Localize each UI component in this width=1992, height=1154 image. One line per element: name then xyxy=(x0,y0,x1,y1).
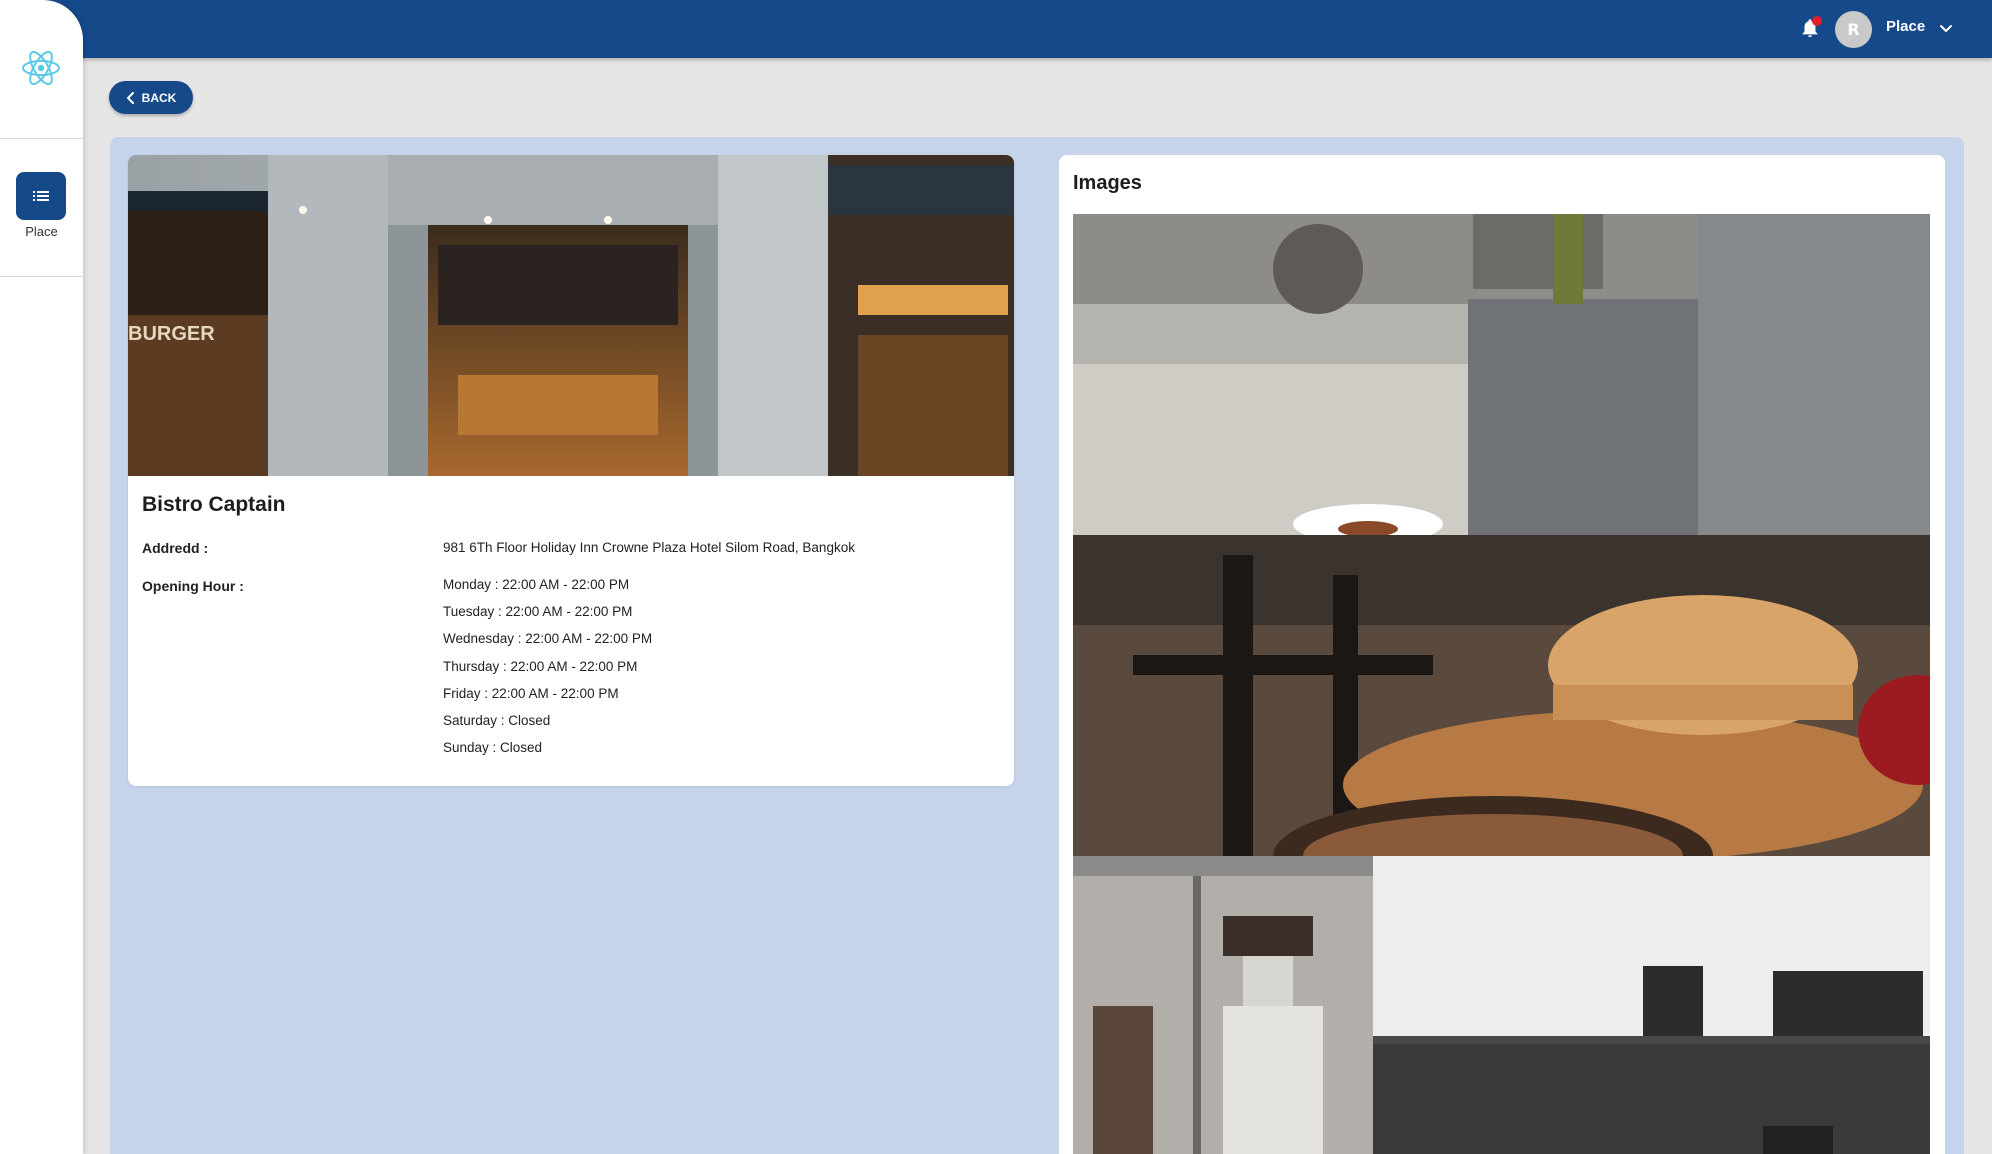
gallery-image[interactable] xyxy=(1073,856,1930,1154)
top-bar: R Place xyxy=(0,0,1992,58)
svg-text:BURGER: BURGER xyxy=(128,323,215,345)
list-icon xyxy=(33,191,49,201)
sidebar: Place xyxy=(0,0,83,1154)
images-card: Images xyxy=(1059,155,1945,1154)
opening-hour-item: Sunday : Closed xyxy=(443,740,543,756)
avatar[interactable]: R xyxy=(1835,11,1872,48)
sidebar-divider xyxy=(0,276,83,277)
place-detail-card: BURGER Bistro Captain Addredd : 981 6Th … xyxy=(128,155,1014,786)
opening-hour-label: Opening Hour : xyxy=(142,578,244,594)
back-button[interactable]: BACK xyxy=(109,81,193,114)
opening-hour-item: Monday : 22:00 AM - 22:00 PM xyxy=(443,577,630,592)
opening-hour-item: Friday : 22:00 AM - 22:00 PM xyxy=(443,685,619,701)
place-name: Bistro Captain xyxy=(142,493,286,516)
opening-hour-item: Thursday : 22:00 AM - 22:00 PM xyxy=(443,658,638,674)
chevron-left-icon xyxy=(126,91,134,104)
chevron-down-icon[interactable] xyxy=(1938,20,1954,36)
opening-hour-item: Tuesday : 22:00 AM - 22:00 PM xyxy=(443,604,633,620)
opening-hour-item: Saturday : Closed xyxy=(443,712,551,728)
user-name[interactable]: Place xyxy=(1886,18,1925,35)
sidebar-divider xyxy=(0,138,83,139)
sidebar-item-place-button[interactable] xyxy=(16,172,66,220)
place-cover-image: BURGER xyxy=(128,155,1014,476)
back-button-label: BACK xyxy=(141,90,177,105)
opening-hour-item: Wednesday : 22:00 AM - 22:00 PM xyxy=(443,631,653,647)
address-label: Addredd : xyxy=(142,540,209,556)
gallery-image[interactable] xyxy=(1073,214,1930,535)
react-logo-icon[interactable] xyxy=(19,48,63,88)
opening-hours-list: Monday : 22:00 AM - 22:00 PM Tuesday : 2… xyxy=(443,575,652,765)
images-title: Images xyxy=(1073,172,1142,194)
address-value: 981 6Th Floor Holiday Inn Crowne Plaza H… xyxy=(443,540,855,555)
notification-badge xyxy=(1812,16,1822,26)
sidebar-item-label[interactable]: Place xyxy=(0,224,83,239)
gallery-image[interactable] xyxy=(1073,535,1930,856)
